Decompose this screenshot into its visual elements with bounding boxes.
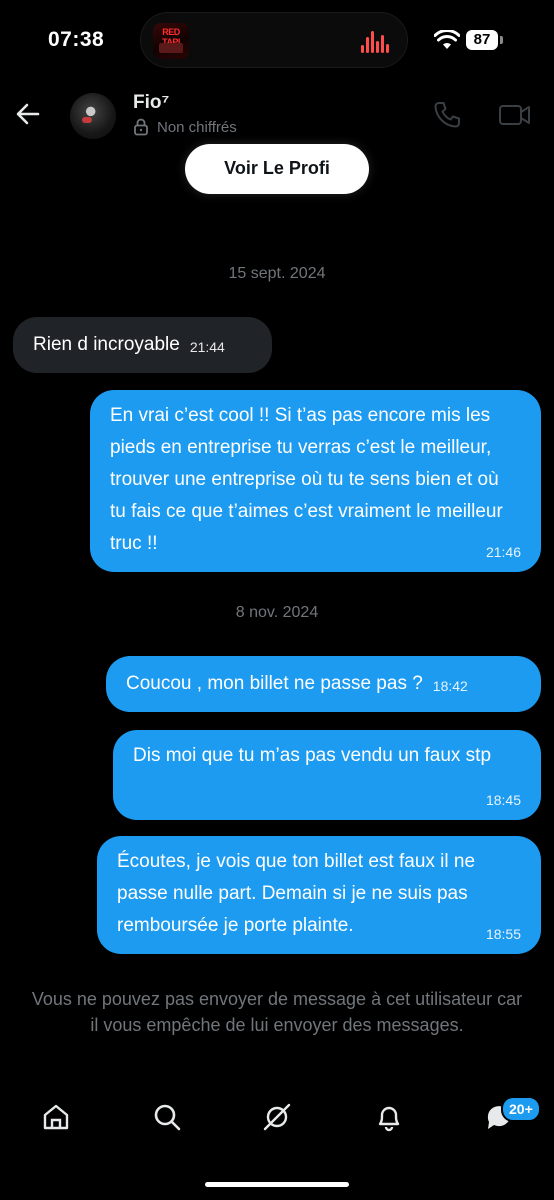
view-profile-button[interactable]: Voir Le Profi [185,144,369,194]
wifi-icon [434,30,460,49]
lock-icon [134,118,148,136]
message-received[interactable]: Rien d incroyable 21:44 [13,317,272,373]
message-sent[interactable]: Écoutes, je vois que ton billet est faux… [97,836,541,954]
phone-icon[interactable] [432,100,462,130]
audio-waveform-icon [361,29,393,53]
message-time: 18:55 [485,926,521,942]
artwork-figure [159,43,183,53]
message-sent[interactable]: En vrai c’est cool !! Si t’as pas encore… [90,390,541,572]
contact-name[interactable]: Fio⁷ [133,92,169,114]
blocked-notice: Vous ne pouvez pas envoyer de message à … [31,989,523,1035]
search-icon[interactable] [152,1102,182,1132]
message-text: Coucou , mon billet ne passe pas ? [126,673,423,694]
video-icon[interactable] [498,100,532,130]
home-icon[interactable] [41,1102,71,1132]
bottom-navigation [0,1090,554,1150]
back-arrow-icon[interactable] [14,100,42,128]
battery-indicator: 87 [466,30,498,50]
message-sent[interactable]: Dis moi que tu m’as pas vendu un faux st… [113,730,541,820]
encryption-status: Non chiffrés [133,118,237,136]
message-sent[interactable]: Coucou , mon billet ne passe pas ? 18:42 [106,656,541,712]
avatar[interactable] [70,93,116,139]
messages-badge: 20+ [501,1096,541,1122]
dynamic-island[interactable]: RED TAPI [140,12,408,68]
now-playing-artwork: RED TAPI [153,23,189,59]
conversation-header: Fio⁷ Non chiffrés [0,80,554,150]
encryption-label: Non chiffrés [157,118,237,136]
message-time: 18:42 [432,678,468,694]
message-text: Rien d incroyable [33,334,180,355]
message-time: 18:45 [485,792,521,808]
message-time: 21:46 [485,544,521,560]
status-bar: 07:38 RED TAPI 87 [0,0,554,80]
status-time: 07:38 [48,28,105,51]
notifications-icon[interactable] [374,1102,404,1132]
message-text: Dis moi que tu m’as pas vendu un faux st… [133,745,492,766]
date-separator: 15 sept. 2024 [228,265,326,282]
grok-icon[interactable] [262,1102,292,1132]
message-text: Écoutes, je vois que ton billet est faux… [117,851,476,936]
message-text: En vrai c’est cool !! Si t’as pas encore… [110,405,503,554]
avatar-detail [82,117,92,123]
battery-nub [500,36,503,44]
date-separator: 8 nov. 2024 [235,604,319,621]
message-time: 21:44 [189,339,225,355]
home-indicator [205,1182,349,1187]
